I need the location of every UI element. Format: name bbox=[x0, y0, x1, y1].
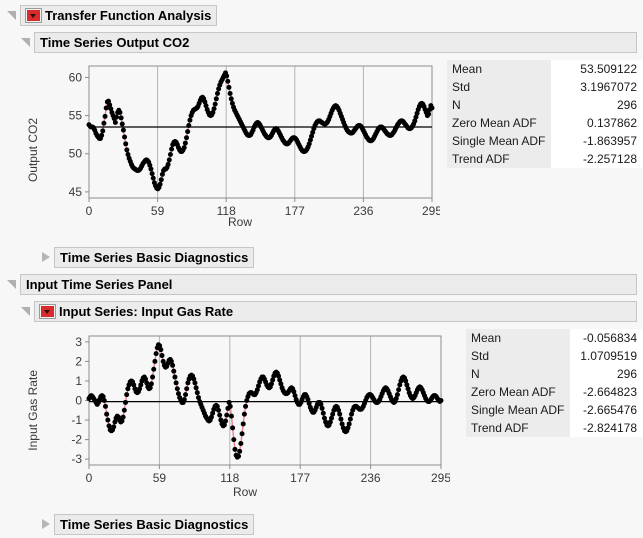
stats-row: N 296 bbox=[466, 365, 643, 383]
x-axis-tick-label: 118 bbox=[220, 471, 239, 485]
stats-table-input-gas-rate: Mean -0.056834 Std 1.0709519 N 296 Zero Mean A… bbox=[466, 329, 643, 437]
x-axis-tick-label: 236 bbox=[353, 204, 373, 218]
y-axis-tick-label: 0 bbox=[75, 394, 82, 408]
chart-input-gas-rate-y-axis-label: Input Gas Rate bbox=[26, 370, 40, 451]
stats-value: 0.137862 bbox=[551, 114, 643, 132]
chart-output-co2-x-axis-label: Row bbox=[227, 215, 252, 229]
stats-value: -0.056834 bbox=[570, 329, 643, 347]
disclosure-open-triangle-icon[interactable] bbox=[6, 279, 17, 290]
stats-row: Mean 53.509122 bbox=[447, 60, 643, 78]
stats-row: Trend ADF -2.824178 bbox=[466, 419, 643, 437]
section-title: Input Time Series Panel bbox=[26, 277, 173, 292]
stats-label: Mean bbox=[466, 329, 571, 347]
time-series-basic-diagnostics-output-title-bar[interactable]: Time Series Basic Diagnostics bbox=[54, 247, 255, 268]
stats-label: Single Mean ADF bbox=[466, 401, 571, 419]
x-axis-tick-label: 0 bbox=[86, 471, 93, 485]
stats-value: -1.863957 bbox=[551, 132, 643, 150]
stats-row: Trend ADF -2.257128 bbox=[447, 150, 643, 168]
x-axis-tick-label: 177 bbox=[285, 204, 305, 218]
chart-output-co2: Output CO2 45 50 55 60 0 59 118 177 236 295 Row bbox=[0, 56, 442, 246]
chart-output-co2-y-axis-label: Output CO2 bbox=[26, 118, 40, 183]
section-header-time-series-basic-diagnostics-output[interactable]: Time Series Basic Diagnostics bbox=[40, 247, 255, 268]
stats-value: -2.664823 bbox=[570, 383, 643, 401]
stats-table-output-co2-body: Mean 53.509122 Std 3.1967072 N 296 Zero Mean A… bbox=[447, 60, 643, 168]
stats-row: Single Mean ADF -1.863957 bbox=[447, 132, 643, 150]
stats-label: Single Mean ADF bbox=[447, 132, 552, 150]
x-axis-tick-label: 59 bbox=[151, 204, 165, 218]
section-title: Input Series: Input Gas Rate bbox=[59, 304, 234, 319]
input-series-input-gas-rate-title-bar[interactable]: Input Series: Input Gas Rate bbox=[34, 301, 637, 322]
section-header-input-series-input-gas-rate[interactable]: Input Series: Input Gas Rate bbox=[20, 301, 637, 322]
section-header-input-time-series-panel[interactable]: Input Time Series Panel bbox=[6, 274, 637, 295]
stats-value: 296 bbox=[551, 96, 643, 114]
stats-value: 3.1967072 bbox=[551, 78, 643, 96]
y-axis-tick-label: 45 bbox=[69, 185, 83, 199]
stats-row: Zero Mean ADF -2.664823 bbox=[466, 383, 643, 401]
stats-label: Std bbox=[447, 78, 552, 96]
x-axis-tick-label: 295 bbox=[422, 204, 440, 218]
stats-table-output-co2: Mean 53.509122 Std 3.1967072 N 296 Zero Mean A… bbox=[447, 60, 643, 168]
input-time-series-panel-title-bar[interactable]: Input Time Series Panel bbox=[20, 274, 637, 295]
y-axis-tick-label: 50 bbox=[69, 147, 83, 161]
transfer-function-analysis-panel: Transfer Function Analysis Time Series O… bbox=[0, 0, 643, 538]
section-header-transfer-function-analysis[interactable]: Transfer Function Analysis bbox=[6, 5, 637, 26]
chart-input-gas-rate-x-axis-label: Row bbox=[232, 485, 257, 499]
disclosure-open-triangle-icon[interactable] bbox=[20, 37, 31, 48]
stats-value: 296 bbox=[570, 365, 643, 383]
y-axis-tick-label: -3 bbox=[71, 452, 82, 466]
time-series-output-co2-title-bar[interactable]: Time Series Output CO2 bbox=[34, 32, 637, 53]
y-axis-tick-label: 1 bbox=[75, 374, 82, 388]
stats-table-input-gas-rate-body: Mean -0.056834 Std 1.0709519 N 296 Zero Mean A… bbox=[466, 329, 643, 437]
y-axis-tick-label: -2 bbox=[71, 433, 82, 447]
y-axis-tick-label: 55 bbox=[69, 109, 83, 123]
stats-value: 53.509122 bbox=[551, 60, 643, 78]
stats-value: -2.824178 bbox=[570, 419, 643, 437]
stats-label: Zero Mean ADF bbox=[447, 114, 552, 132]
time-series-basic-diagnostics-input-title-bar[interactable]: Time Series Basic Diagnostics bbox=[54, 514, 255, 535]
stats-label: Std bbox=[466, 347, 571, 365]
red-triangle-menu-button-icon[interactable] bbox=[26, 9, 41, 22]
y-axis-tick-label: 60 bbox=[69, 70, 83, 84]
section-title: Time Series Basic Diagnostics bbox=[60, 250, 249, 265]
disclosure-closed-triangle-icon[interactable] bbox=[40, 252, 51, 263]
chart-input-gas-rate: Input Gas Rate -3 -2 -1 0 1 2 3 0 59 118 177 236 295… bbox=[0, 326, 451, 506]
stats-row: N 296 bbox=[447, 96, 643, 114]
stats-label: N bbox=[466, 365, 571, 383]
section-header-time-series-output-co2[interactable]: Time Series Output CO2 bbox=[20, 32, 637, 53]
stats-label: Zero Mean ADF bbox=[466, 383, 571, 401]
transfer-function-analysis-title-bar[interactable]: Transfer Function Analysis bbox=[20, 5, 218, 26]
x-axis-tick-label: 59 bbox=[153, 471, 167, 485]
section-title: Time Series Basic Diagnostics bbox=[60, 517, 249, 532]
stats-row: Std 3.1967072 bbox=[447, 78, 643, 96]
stats-label: Mean bbox=[447, 60, 552, 78]
x-axis-tick-label: 177 bbox=[290, 471, 310, 485]
disclosure-open-triangle-icon[interactable] bbox=[20, 306, 31, 317]
stats-row: Single Mean ADF -2.665476 bbox=[466, 401, 643, 419]
red-triangle-menu-button-icon[interactable] bbox=[40, 305, 55, 318]
stats-row: Std 1.0709519 bbox=[466, 347, 643, 365]
disclosure-open-triangle-icon[interactable] bbox=[6, 10, 17, 21]
stats-label: Trend ADF bbox=[466, 419, 571, 437]
section-header-time-series-basic-diagnostics-input[interactable]: Time Series Basic Diagnostics bbox=[40, 514, 255, 535]
stats-label: Trend ADF bbox=[447, 150, 552, 168]
section-title: Transfer Function Analysis bbox=[45, 8, 212, 23]
x-axis-tick-label: 295 bbox=[431, 471, 450, 485]
stats-label: N bbox=[447, 96, 552, 114]
stats-value: -2.665476 bbox=[570, 401, 643, 419]
disclosure-closed-triangle-icon[interactable] bbox=[40, 519, 51, 530]
stats-row: Zero Mean ADF 0.137862 bbox=[447, 114, 643, 132]
y-axis-tick-label: 3 bbox=[75, 335, 82, 349]
stats-value: -2.257128 bbox=[551, 150, 643, 168]
section-title: Time Series Output CO2 bbox=[40, 35, 190, 50]
chart-input-gas-rate-canvas: -3 -2 -1 0 1 2 3 0 59 118 177 236 295 bbox=[71, 335, 451, 485]
stats-row: Mean -0.056834 bbox=[466, 329, 643, 347]
x-axis-tick-label: 236 bbox=[361, 471, 381, 485]
stats-value: 1.0709519 bbox=[570, 347, 643, 365]
y-axis-tick-label: 2 bbox=[75, 354, 82, 368]
y-axis-tick-label: -1 bbox=[71, 413, 82, 427]
x-axis-tick-label: 0 bbox=[86, 204, 93, 218]
